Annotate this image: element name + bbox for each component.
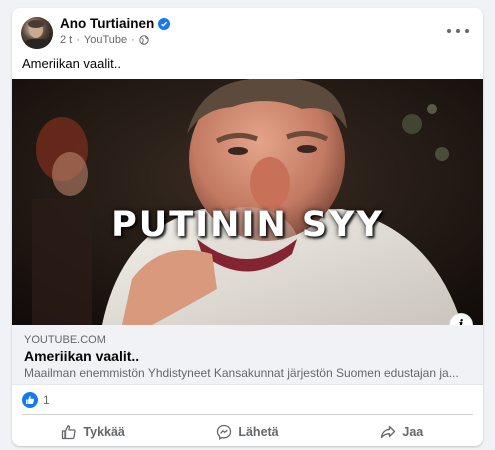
reactions-summary[interactable]: 1 [22,392,50,408]
like-label: Tykkää [83,425,125,439]
post-header: Ano Turtiainen 2 t · YouTube · [12,8,483,54]
send-label: Lähetä [238,425,279,439]
thumbs-up-icon [62,425,77,440]
send-button[interactable]: Lähetä [170,418,324,446]
link-domain: YOUTUBE.COM [24,334,106,346]
post-text: Ameriikan vaalit.. [22,56,121,71]
more-options-icon[interactable] [447,24,469,38]
post-card: Ano Turtiainen 2 t · YouTube · Ameriikan… [12,8,483,446]
thumbnail-overlay-text: PUTININ SYY [111,205,384,245]
link-preview[interactable]: YOUTUBE.COM Ameriikan vaalit.. Maailman … [12,325,483,385]
post-time[interactable]: 2 t [60,34,72,46]
share-button[interactable]: Jaa [325,418,479,446]
reaction-count: 1 [43,393,50,407]
thumbnail-photo [12,79,483,325]
meta-separator-2: · [131,34,135,46]
author-name[interactable]: Ano Turtiainen [60,16,171,31]
divider [22,414,473,415]
share-label: Jaa [402,425,424,439]
avatar[interactable] [21,17,53,49]
globe-icon[interactable] [139,35,149,45]
messenger-icon [217,424,232,440]
meta-separator: · [76,34,80,46]
like-button[interactable]: Tykkää [16,418,170,446]
verified-badge-icon [158,17,171,30]
link-preview-image[interactable]: PUTININ SYY [12,79,483,325]
author-name-text[interactable]: Ano Turtiainen [60,16,154,31]
link-title[interactable]: Ameriikan vaalit.. [24,348,139,364]
share-arrow-icon [381,425,396,439]
post-actions: Tykkää Lähetä Jaa [16,418,479,446]
post-source: YouTube [83,34,128,46]
link-description: Maailman enemmistön Yhdistyneet Kansakun… [24,366,459,380]
avatar-photo [25,20,49,49]
post-meta: 2 t · YouTube · [60,34,149,46]
like-reaction-icon [22,392,38,408]
